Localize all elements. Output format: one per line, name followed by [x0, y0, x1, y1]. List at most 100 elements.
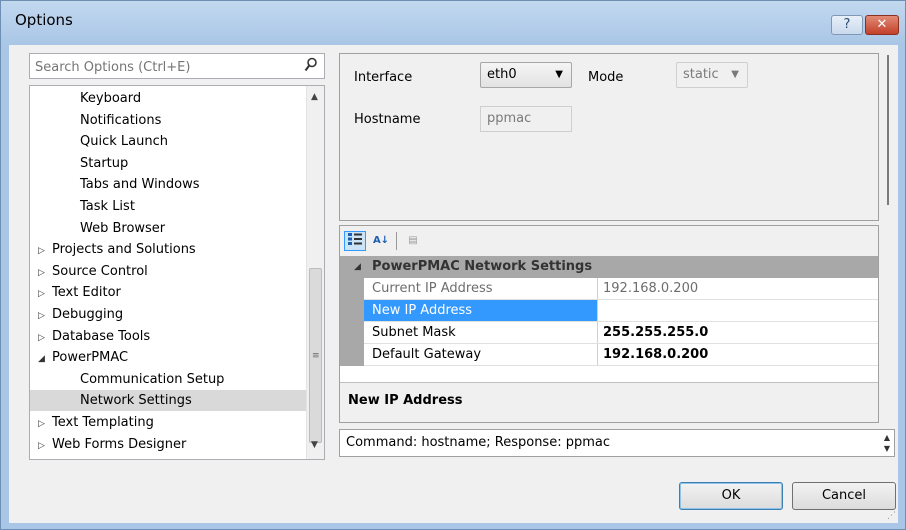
alphabetical-button[interactable]: A↓ [370, 231, 392, 251]
tree-item-label: Source Control [52, 263, 148, 279]
tree-item[interactable]: ▷ Web Forms Designer [30, 434, 306, 455]
description-pane: New IP Address [340, 383, 878, 422]
expanded-icon[interactable]: ◢ [38, 349, 52, 370]
category-header[interactable]: ◢ PowerPMAC Network Settings [340, 256, 878, 278]
tree-item[interactable]: ▷ Text Templating [30, 412, 306, 433]
tree-item-label: Network Settings [80, 393, 192, 409]
property-grid[interactable]: A↓ ▤ ◢ PowerPMAC Network Settings Curren… [339, 225, 879, 423]
tree-item[interactable]: Web Browser [30, 218, 306, 239]
window-title: Options [15, 11, 73, 29]
scroll-track [887, 55, 889, 205]
tree-item[interactable]: Network Settings [30, 390, 306, 412]
tree-item-label: Database Tools [52, 328, 151, 344]
property-name[interactable]: Current IP Address [364, 278, 598, 299]
search-input[interactable] [35, 58, 285, 76]
help-button[interactable]: ? [831, 15, 863, 35]
search-box[interactable] [29, 53, 325, 79]
property-row[interactable]: New IP Address [364, 300, 878, 322]
interface-select[interactable]: eth0 ▼ [480, 62, 572, 88]
tree-item-label: Communication Setup [80, 371, 225, 387]
chevron-down-icon: ▼ [731, 69, 739, 80]
sort-az-icon: A↓ [372, 235, 390, 246]
category-gutter [340, 278, 364, 366]
close-button[interactable]: ✕ [865, 15, 899, 35]
tree-item-label: Text Editor [52, 285, 121, 301]
expand-icon[interactable]: ◢ [354, 256, 361, 278]
tree-item-label: PowerPMAC [52, 350, 129, 366]
collapsed-icon[interactable]: ▷ [38, 436, 52, 457]
tree-item[interactable]: ◢ PowerPMAC [30, 347, 306, 368]
ok-button[interactable]: OK [679, 482, 783, 510]
response-box[interactable]: Command: hostname; Response: ppmac ▲ ▼ [339, 429, 895, 457]
right-scrollbar[interactable] [882, 53, 894, 483]
tree-item[interactable]: Tabs and Windows [30, 174, 306, 195]
tree-item[interactable]: ▷ Text Editor [30, 282, 306, 303]
property-grid-toolbar: A↓ ▤ [340, 226, 878, 256]
property-value[interactable] [599, 300, 878, 321]
tree-item[interactable]: ▷ Database Tools [30, 326, 306, 347]
tree-item[interactable]: Notifications [30, 110, 306, 131]
tree-item-label: Projects and Solutions [52, 242, 196, 258]
cancel-button[interactable]: Cancel [792, 482, 896, 510]
tree-item-label: Web Forms Designer [52, 436, 187, 452]
tree-item-label: Debugging [52, 307, 124, 322]
tree-item[interactable]: Keyboard [30, 88, 306, 109]
property-row[interactable]: Subnet Mask 255.255.255.0 [364, 322, 878, 344]
grip-icon: ≡ [312, 351, 320, 361]
collapsed-icon[interactable]: ▷ [38, 284, 52, 305]
tree-item[interactable]: Quick Launch [30, 131, 306, 152]
hostname-field[interactable]: ppmac [480, 106, 572, 132]
tree-scrollbar[interactable]: ▲ ≡ ▼ [306, 86, 324, 459]
tree-item[interactable]: Communication Setup [30, 369, 306, 390]
property-name[interactable]: Subnet Mask [364, 322, 598, 343]
title-bar: Options ? ✕ [1, 1, 905, 45]
spin-icon[interactable]: ▲ ▼ [884, 432, 890, 454]
property-name[interactable]: New IP Address [364, 300, 598, 321]
scroll-down-icon[interactable]: ▼ [311, 440, 318, 450]
mode-select[interactable]: static ▼ [676, 62, 748, 88]
resize-grip-icon[interactable]: ⋰ [887, 511, 896, 521]
tree-item-label: Tabs and Windows [80, 177, 200, 193]
scroll-thumb[interactable]: ≡ [309, 268, 322, 443]
options-tree[interactable]: Keyboard Notifications Quick Launch Startup… [29, 85, 325, 460]
tree-item-label: Startup [80, 155, 129, 171]
property-row[interactable]: Current IP Address 192.168.0.200 [364, 278, 878, 300]
tree-item[interactable]: Startup [30, 153, 306, 174]
tree-item-label: Notifications [80, 112, 162, 128]
property-pages-icon: ▤ [408, 235, 418, 246]
interface-value: eth0 [487, 67, 517, 82]
hostname-label: Hostname [354, 112, 421, 127]
mode-label: Mode [588, 70, 624, 85]
tree-item[interactable]: Task List [30, 196, 306, 217]
property-value[interactable]: 192.168.0.200 [599, 278, 878, 299]
categorized-icon [347, 233, 363, 249]
tree-item[interactable]: ▷ Projects and Solutions [30, 239, 306, 260]
search-icon[interactable] [304, 57, 318, 77]
property-pages-button[interactable]: ▤ [402, 231, 424, 251]
collapsed-icon[interactable]: ▷ [38, 414, 52, 435]
chevron-down-icon: ▼ [555, 69, 563, 80]
property-value[interactable]: 255.255.255.0 [599, 322, 878, 343]
toolbar-separator [396, 232, 397, 250]
collapsed-icon[interactable]: ▷ [38, 306, 52, 327]
network-settings-panel: Interface eth0 ▼ Mode static ▼ Hostname … [339, 53, 879, 221]
close-icon: ✕ [876, 17, 888, 32]
interface-label: Interface [354, 70, 413, 85]
dialog-body: Keyboard Notifications Quick Launch Startup… [9, 45, 898, 523]
tree-item[interactable]: ▷ Source Control [30, 261, 306, 282]
hostname-value: ppmac [487, 111, 532, 126]
property-row[interactable]: Default Gateway 192.168.0.200 [364, 344, 878, 366]
tree-item[interactable]: ▷ Debugging [30, 304, 306, 325]
help-icon: ? [843, 17, 851, 32]
collapsed-icon[interactable]: ▷ [38, 328, 52, 349]
property-name[interactable]: Default Gateway [364, 344, 598, 365]
collapsed-icon[interactable]: ▷ [38, 263, 52, 284]
categorized-button[interactable] [344, 231, 366, 251]
scroll-up-icon[interactable]: ▲ [311, 92, 318, 102]
tree-item-label: Text Templating [52, 415, 154, 430]
description-title: New IP Address [348, 393, 463, 408]
tree-item-label: Keyboard [80, 91, 142, 106]
tree-item-label: Task List [80, 199, 135, 214]
property-value[interactable]: 192.168.0.200 [599, 344, 878, 365]
collapsed-icon[interactable]: ▷ [38, 241, 52, 262]
